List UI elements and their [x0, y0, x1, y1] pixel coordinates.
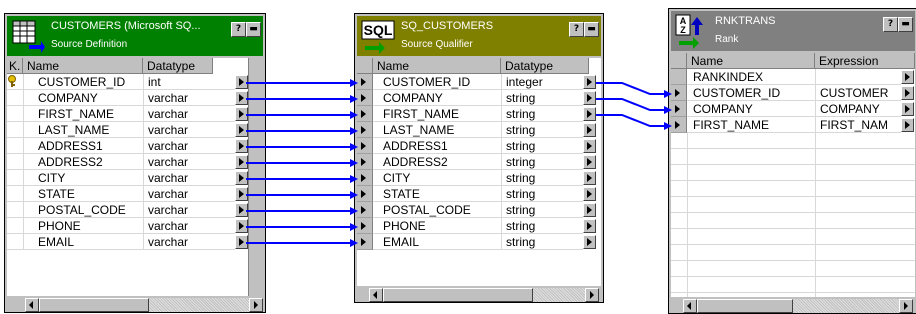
- port-links: [246, 79, 672, 247]
- link-line[interactable]: [596, 114, 665, 127]
- link-line[interactable]: [596, 82, 665, 95]
- link-arrowhead: [350, 239, 358, 247]
- link-arrowhead: [350, 223, 358, 231]
- link-line[interactable]: [596, 98, 665, 111]
- link-arrowhead: [350, 191, 358, 199]
- link-arrowhead: [350, 79, 358, 87]
- link-arrowhead: [664, 122, 672, 130]
- link-arrowhead: [350, 95, 358, 103]
- link-arrowhead: [350, 143, 358, 151]
- link-arrowhead: [664, 90, 672, 98]
- link-arrowhead: [350, 127, 358, 135]
- link-arrowhead: [664, 106, 672, 114]
- link-arrowhead: [350, 175, 358, 183]
- link-arrowhead: [350, 111, 358, 119]
- link-arrowhead: [350, 159, 358, 167]
- link-arrowhead: [350, 207, 358, 215]
